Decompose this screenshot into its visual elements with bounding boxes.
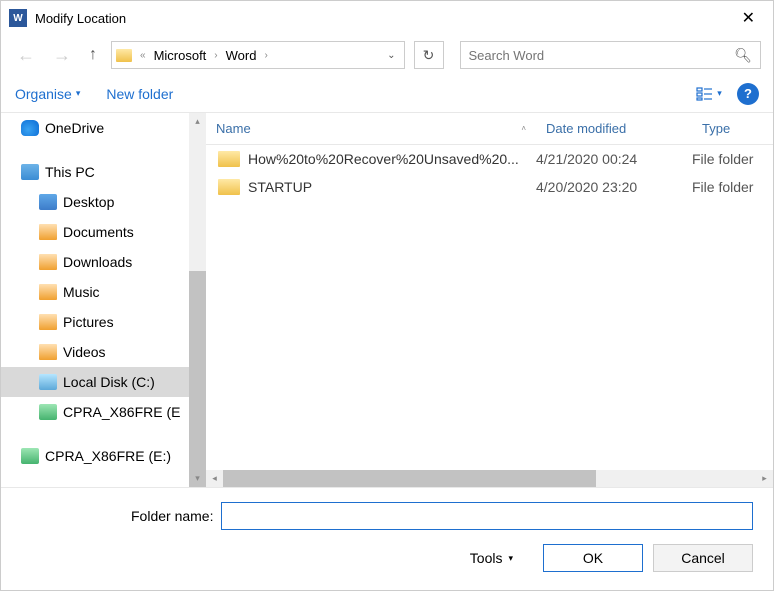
file-type: File folder [692,151,773,167]
tools-button[interactable]: Tools ▾ [470,550,513,566]
file-name: STARTUP [248,179,312,195]
cancel-button[interactable]: Cancel [653,544,753,572]
tree-label: CPRA_X86FRE (E [63,404,180,420]
horizontal-scrollbar[interactable]: ◂ ▸ [206,470,773,487]
sort-indicator-icon: ˄ [521,124,526,133]
tree-onedrive[interactable]: OneDrive [1,113,206,143]
music-icon [39,284,57,300]
tree-label: OneDrive [45,120,104,136]
chevron-down-icon: ▾ [717,88,722,99]
pictures-icon [39,314,57,330]
window-title: Modify Location [35,11,732,26]
bottom-bar: Folder name: Tools ▾ OK Cancel [1,487,773,582]
word-app-icon: W [9,9,27,27]
folder-name-input[interactable] [221,502,753,530]
chevron-right-icon[interactable]: › [258,50,273,61]
list-item[interactable]: STARTUP 4/20/2020 23:20 File folder [206,173,773,201]
pc-icon [21,164,39,180]
file-date: 4/20/2020 23:20 [536,179,692,195]
tree-desktop[interactable]: Desktop [1,187,206,217]
chevron-down-icon[interactable]: ▾ [189,470,206,487]
file-list: How%20to%20Recover%20Unsaved%20... 4/21/… [206,145,773,470]
organise-button[interactable]: Organise ▾ [15,86,80,102]
tools-label: Tools [470,550,503,566]
organise-label: Organise [15,86,72,102]
documents-icon [39,224,57,240]
help-icon[interactable]: ? [737,83,759,105]
new-folder-button[interactable]: New folder [106,86,173,102]
list-item[interactable]: How%20to%20Recover%20Unsaved%20... 4/21/… [206,145,773,173]
chevron-down-icon: ▾ [76,88,81,99]
tree-label: Local Disk (C:) [63,374,155,390]
list-pane: Name˄ Date modified Type How%20to%20Reco… [206,113,773,487]
tree-dvd1[interactable]: CPRA_X86FRE (E [1,397,206,427]
forward-icon[interactable]: → [49,41,75,70]
column-headers: Name˄ Date modified Type [206,113,773,145]
disk-icon [39,374,57,390]
col-type[interactable]: Type [692,121,773,136]
tree-scrollbar[interactable]: ▴ ▾ [189,113,206,487]
chevron-left-icon[interactable]: ◂ [206,470,223,487]
tree-dvd2[interactable]: CPRA_X86FRE (E:) [1,441,206,471]
folder-name-label: Folder name: [21,508,213,524]
tree-music[interactable]: Music [1,277,206,307]
folder-icon [116,49,132,62]
refresh-icon[interactable]: ↻ [414,41,444,69]
tree-label: Downloads [63,254,132,270]
chevron-down-icon[interactable]: ⌄ [383,50,399,61]
videos-icon [39,344,57,360]
folder-icon [218,179,240,195]
chevron-right-icon[interactable]: › [208,50,223,61]
toolbar: Organise ▾ New folder ▾ ? [1,75,773,113]
col-name[interactable]: Name˄ [206,121,536,136]
tree-pictures[interactable]: Pictures [1,307,206,337]
dvd-icon [21,448,39,464]
new-folder-label: New folder [106,86,173,102]
back-icon[interactable]: ← [13,41,39,70]
tree-label: Music [63,284,100,300]
onedrive-icon [21,120,39,136]
file-type: File folder [692,179,773,195]
search-icon[interactable]: 🔍︎ [734,47,752,64]
tree-label: Pictures [63,314,114,330]
chevron-down-icon: ▾ [508,553,513,564]
search-input[interactable] [469,48,735,63]
scrollbar-thumb[interactable] [223,470,596,487]
search-field[interactable]: 🔍︎ [460,41,762,69]
folder-icon [218,151,240,167]
tree-label: This PC [45,164,95,180]
crumb-word[interactable]: Word [226,48,257,63]
tree-label: CPRA_X86FRE (E:) [45,448,171,464]
tree-thispc[interactable]: This PC [1,157,206,187]
close-icon[interactable]: ✕ [732,4,765,32]
chevron-right-icon[interactable]: ▸ [756,470,773,487]
view-options-button[interactable]: ▾ [689,81,729,107]
crumb-microsoft[interactable]: Microsoft [154,48,207,63]
navbar: ← → ↑ « Microsoft › Word › ⌄ ↻ 🔍︎ [1,35,773,75]
tree-label: Documents [63,224,134,240]
up-icon[interactable]: ↑ [85,42,101,68]
dvd-icon [39,404,57,420]
file-name: How%20to%20Recover%20Unsaved%20... [248,151,519,167]
scrollbar-thumb[interactable] [189,271,206,487]
chevron-up-icon[interactable]: ▴ [189,113,206,130]
tree-label: Videos [63,344,106,360]
address-bar[interactable]: « Microsoft › Word › ⌄ [111,41,405,69]
col-date[interactable]: Date modified [536,121,692,136]
tree-pane: OneDrive This PC Desktop Documents Downl… [1,113,206,487]
tree-videos[interactable]: Videos [1,337,206,367]
tree-downloads[interactable]: Downloads [1,247,206,277]
downloads-icon [39,254,57,270]
tree-localdisk[interactable]: Local Disk (C:) [1,367,206,397]
crumb-prefix: « [134,50,152,61]
tree-label: Desktop [63,194,114,210]
desktop-icon [39,194,57,210]
ok-button[interactable]: OK [543,544,643,572]
tree-documents[interactable]: Documents [1,217,206,247]
titlebar: W Modify Location ✕ [1,1,773,35]
file-date: 4/21/2020 00:24 [536,151,692,167]
